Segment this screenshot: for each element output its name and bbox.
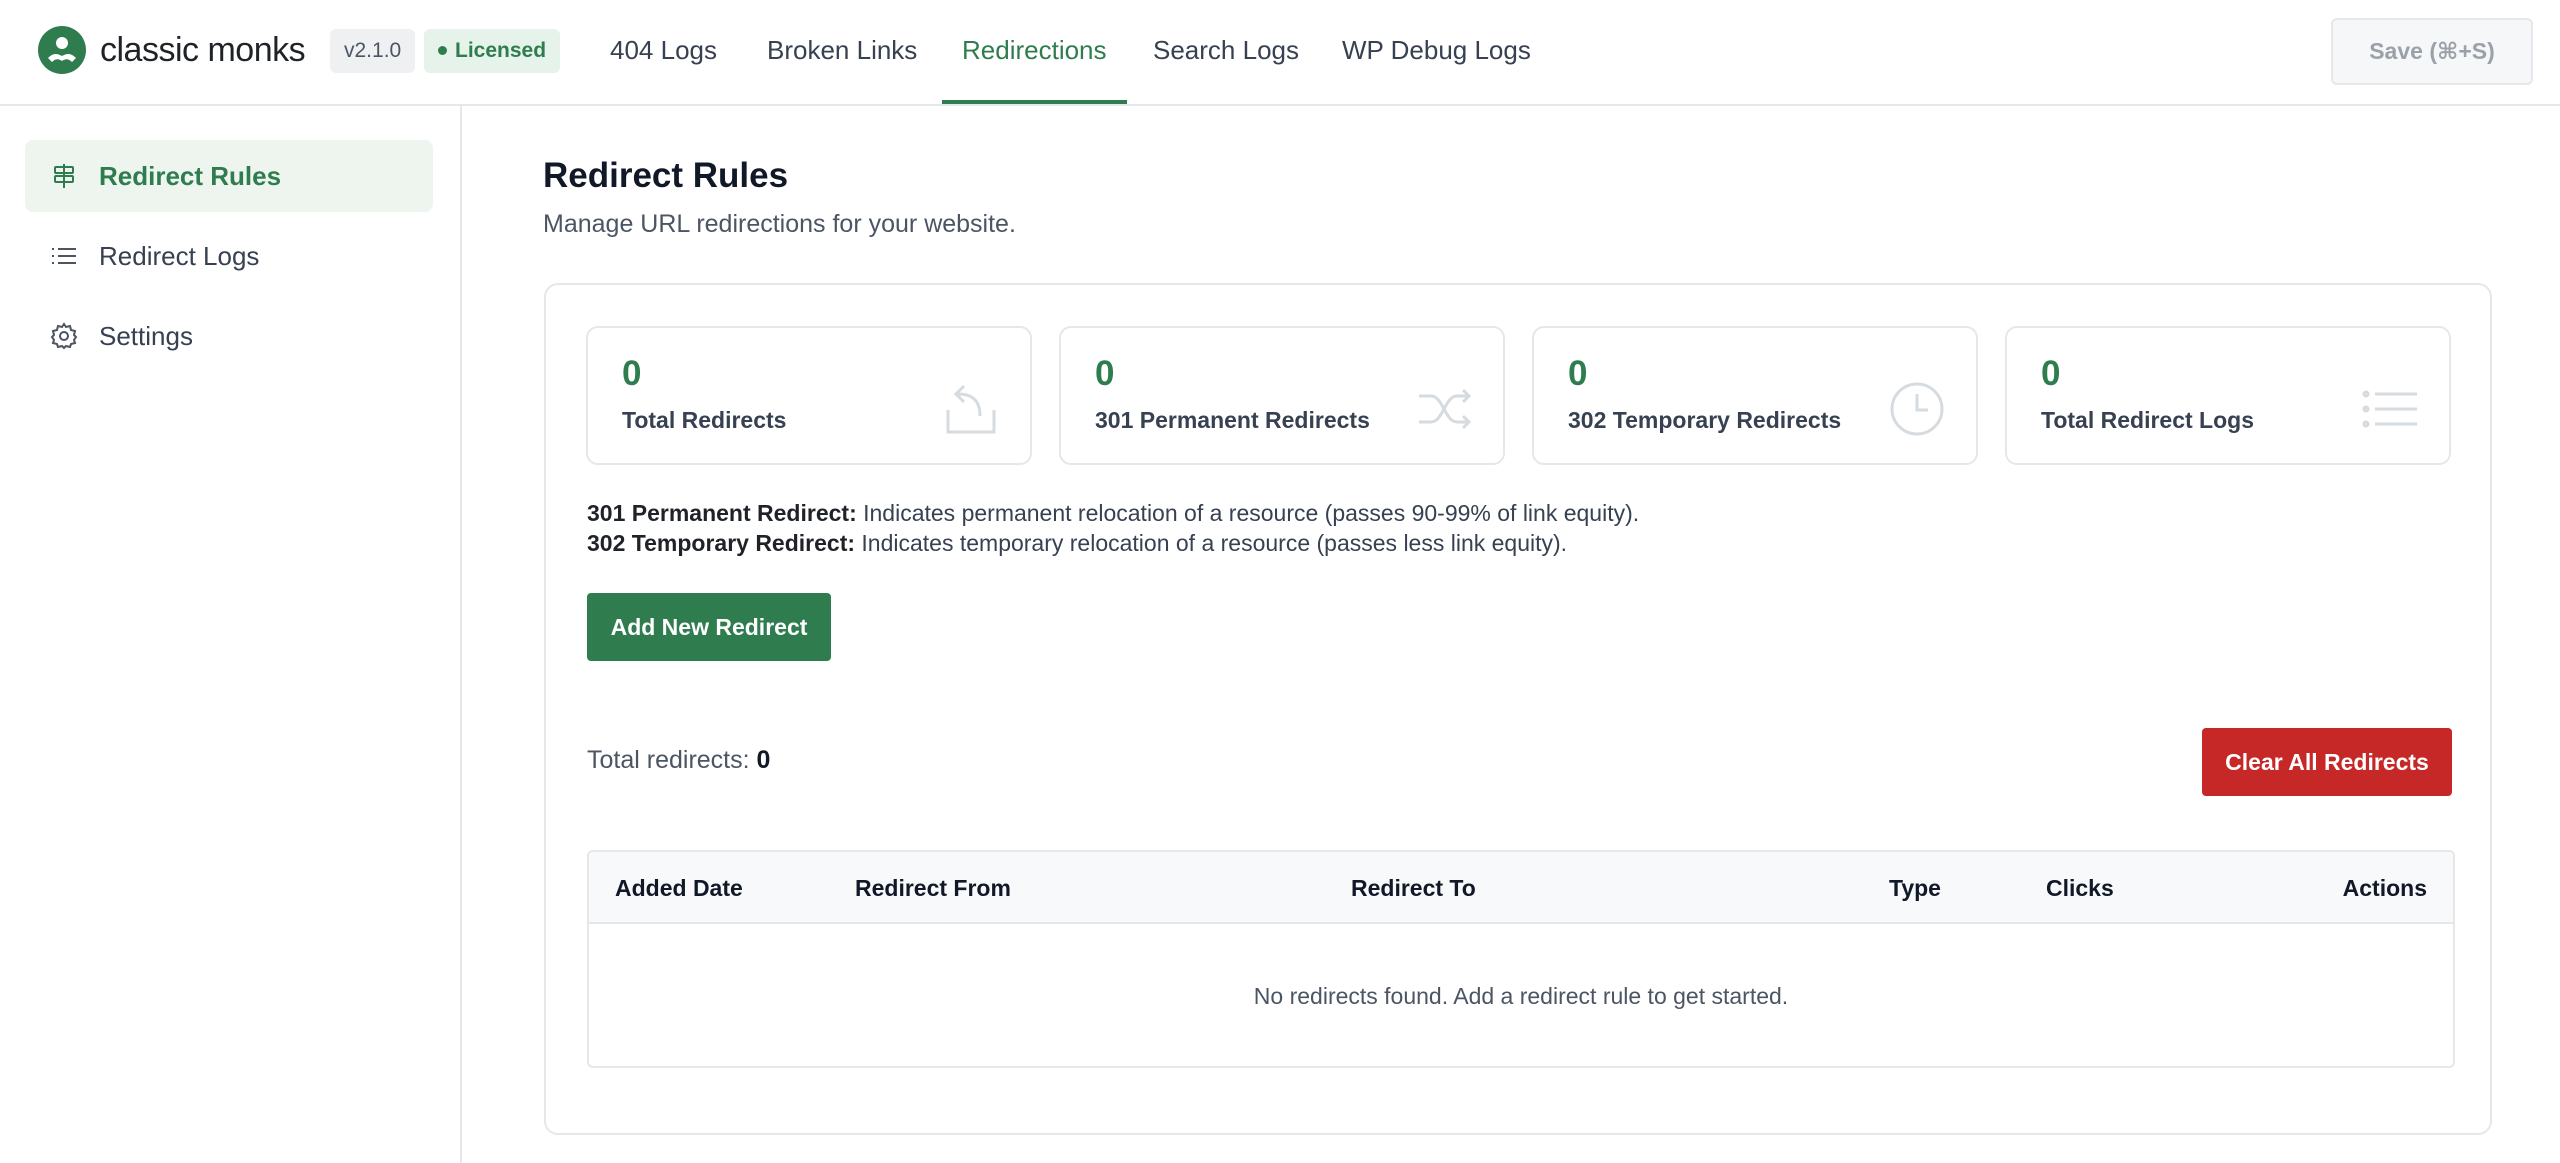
stat-label: 301 Permanent Redirects: [1095, 407, 1370, 433]
save-button[interactable]: Save (⌘+S): [2331, 18, 2533, 85]
column-actions: Actions: [2342, 875, 2427, 901]
stat-label: Total Redirect Logs: [2041, 407, 2254, 433]
tab-redirections[interactable]: Redirections: [942, 0, 1126, 104]
redirect-icon: [946, 384, 996, 434]
total-redirects: Total redirects: 0: [587, 746, 770, 775]
tab-wp-debug-logs[interactable]: WP Debug Logs: [1342, 0, 1531, 104]
column-clicks[interactable]: Clicks: [2046, 852, 2114, 924]
page-subtitle: Manage URL redirections for your website…: [543, 210, 1016, 238]
column-added-date[interactable]: Added Date: [615, 852, 743, 924]
redirects-panel: 0 Total Redirects 0 301 Permanent Redire…: [544, 283, 2492, 1135]
stat-label: Total Redirects: [622, 407, 787, 433]
page-title: Redirect Rules: [543, 156, 789, 195]
brand-name: classic monks: [100, 30, 306, 69]
stat-label: 302 Temporary Redirects: [1568, 407, 1842, 433]
sidebar-item-redirect-rules[interactable]: Redirect Rules: [25, 140, 433, 212]
empty-state-message: No redirects found. Add a redirect rule …: [1253, 983, 1789, 1009]
shuffle-icon: [1419, 388, 1472, 430]
top-bar: classic monks v2.1.0 Licensed 404 Logs B…: [0, 0, 2560, 106]
sidebar-item-label: Redirect Logs: [99, 240, 260, 271]
total-label: Total redirects:: [587, 746, 757, 774]
stat-value: 0: [622, 354, 642, 393]
column-type[interactable]: Type: [1889, 852, 1941, 924]
stat-value: 0: [1095, 354, 1115, 393]
license-label: Licensed: [455, 39, 547, 62]
add-redirect-button[interactable]: Add New Redirect: [587, 593, 831, 661]
stat-card-redirect-logs: 0 Total Redirect Logs: [2005, 326, 2451, 465]
brand-logo[interactable]: classic monks: [38, 26, 306, 74]
gear-icon: [50, 322, 78, 350]
stat-card-301-redirects: 0 301 Permanent Redirects: [1059, 326, 1505, 465]
total-value: 0: [756, 746, 771, 774]
column-redirect-to[interactable]: Redirect To: [1351, 852, 1476, 924]
info-302: 302 Temporary Redirect: Indicates tempor…: [587, 530, 1567, 557]
info-301: 301 Permanent Redirect: Indicates perman…: [587, 500, 1639, 527]
monk-logo-icon: [38, 26, 86, 74]
tab-404-logs[interactable]: 404 Logs: [610, 0, 717, 104]
column-redirect-from[interactable]: Redirect From: [855, 852, 1011, 924]
sidebar-item-label: Redirect Rules: [99, 160, 282, 191]
signpost-icon: [54, 164, 74, 188]
tab-search-logs[interactable]: Search Logs: [1153, 0, 1299, 104]
status-dot-icon: [438, 46, 447, 55]
info-term: 302 Temporary Redirect:: [587, 530, 856, 556]
list-icon: [2362, 390, 2417, 428]
clear-all-redirects-button[interactable]: Clear All Redirects: [2202, 728, 2452, 796]
clock-icon: [1890, 382, 1944, 436]
license-badge: Licensed: [424, 29, 561, 73]
table-header: Added Date Redirect From Redirect To Typ…: [589, 852, 2453, 924]
sidebar-item-settings[interactable]: Settings: [25, 300, 433, 372]
stat-value: 0: [1568, 354, 1588, 393]
sidebar-item-label: Settings: [99, 320, 193, 351]
stat-card-total-redirects: 0 Total Redirects: [586, 326, 1032, 465]
sidebar: Redirect Rules Redirect Logs Settings: [0, 106, 462, 1163]
list-icon: [52, 248, 76, 264]
tab-broken-links[interactable]: Broken Links: [767, 0, 917, 104]
info-term: 301 Permanent Redirect:: [587, 500, 857, 526]
stat-card-302-redirects: 0 302 Temporary Redirects: [1532, 326, 1978, 465]
redirects-table: Added Date Redirect From Redirect To Typ…: [587, 850, 2455, 1068]
info-text: Indicates permanent relocation of a reso…: [856, 500, 1640, 526]
stat-value: 0: [2041, 354, 2061, 393]
info-text: Indicates temporary relocation of a reso…: [855, 530, 1568, 556]
version-badge: v2.1.0: [330, 29, 416, 73]
sidebar-item-redirect-logs[interactable]: Redirect Logs: [25, 220, 433, 292]
